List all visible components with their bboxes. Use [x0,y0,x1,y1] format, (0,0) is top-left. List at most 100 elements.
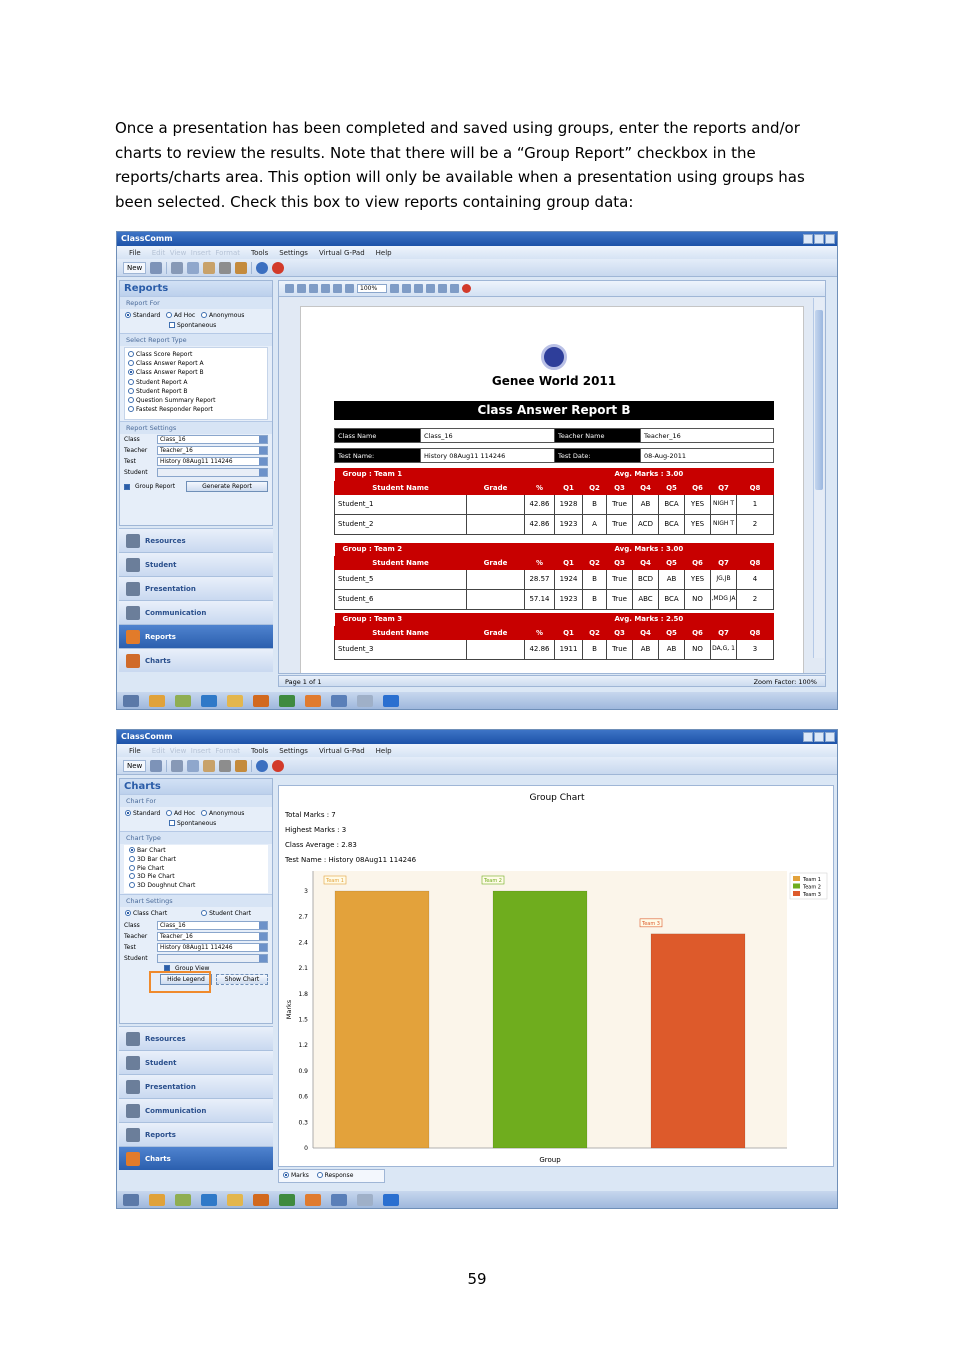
taskbar-icon[interactable] [279,694,295,707]
radio-icon[interactable] [166,810,173,816]
report-type-item[interactable]: Fastest Responder Report [128,405,264,414]
export-icon[interactable] [438,284,447,293]
report-type-item[interactable]: Class Answer Report A [128,359,264,368]
report-type-item[interactable]: Student Report A [128,378,264,387]
maximize-icon[interactable] [814,732,824,742]
menu-settings[interactable]: Settings [279,249,308,257]
teacher-select[interactable]: Teacher_16 [157,446,268,455]
taskbar-icon[interactable] [123,694,139,707]
test-select[interactable]: History 08Aug11 114246 [157,942,268,952]
taskbar-icon[interactable] [305,694,321,707]
taskbar-icon[interactable] [175,1193,191,1206]
checkbox-icon[interactable] [169,820,175,826]
nav-communication[interactable]: Communication [119,600,273,624]
class-select[interactable]: Class_16 [157,920,268,930]
nav-presentation[interactable]: Presentation [119,1074,273,1098]
radio-icon[interactable] [125,909,131,916]
radio-icon[interactable] [200,810,207,816]
taskbar-icon[interactable] [331,694,347,707]
next-page-icon[interactable] [414,284,423,293]
nav-student[interactable]: Student [119,552,273,576]
cut-icon[interactable] [171,261,184,274]
menu-file[interactable]: File [129,747,141,755]
radio-icon[interactable] [166,312,173,318]
menu-tools[interactable]: Tools [251,747,268,755]
close-report-icon[interactable] [462,284,471,293]
taskbar-icon[interactable] [383,1193,399,1206]
taskbar-icon[interactable] [383,694,399,707]
report-type-item[interactable]: Class Answer Report B [128,368,264,377]
class-select[interactable]: Class_16 [157,435,268,444]
taskbar-icon[interactable] [227,694,243,707]
radio-icon[interactable] [125,810,131,816]
report-type-item[interactable]: Class Score Report [128,350,264,359]
taskbar-icon[interactable] [201,694,217,707]
nav-communication[interactable]: Communication [119,1098,273,1122]
radio-icon[interactable] [200,312,207,318]
nav-resources[interactable]: Resources [119,1026,273,1050]
radio-icon[interactable] [283,1172,289,1178]
taskbar-icon[interactable] [253,1193,269,1206]
group-report-checkbox[interactable] [124,483,130,490]
print-icon[interactable] [150,261,163,274]
student-select[interactable] [157,468,268,477]
new-button[interactable]: New [123,261,147,274]
copy-icon[interactable] [187,261,200,274]
generate-report-button[interactable]: Generate Report [186,481,268,492]
nav-resources[interactable]: Resources [119,528,273,552]
last-page-icon[interactable] [426,284,435,293]
minimize-icon[interactable] [803,234,813,244]
menu-help[interactable]: Help [376,249,392,257]
chart-type-item[interactable]: Pie Chart [129,864,263,874]
radio-icon[interactable] [316,1172,323,1178]
taskbar-icon[interactable] [305,1193,321,1206]
info-icon[interactable] [256,261,269,274]
taskbar-icon[interactable] [279,1193,295,1206]
nav-reports[interactable]: Reports [119,624,273,648]
nav-charts[interactable]: Charts [119,1146,273,1170]
stop-icon[interactable] [272,261,285,274]
close-icon[interactable] [825,732,835,742]
student-select[interactable] [157,953,268,963]
menu-help[interactable]: Help [376,747,392,755]
menu-settings[interactable]: Settings [279,747,308,755]
scroll-thumb[interactable] [815,310,823,490]
zoom-icon[interactable] [345,284,354,293]
nav-charts[interactable]: Charts [119,648,273,672]
info-icon[interactable] [256,759,269,772]
menu-virtual-gpad[interactable]: Virtual G-Pad [319,249,365,257]
nav-reports[interactable]: Reports [119,1122,273,1146]
cut-icon[interactable] [171,759,184,772]
teacher-select[interactable]: Teacher_16 [157,931,268,941]
taskbar-icon[interactable] [149,694,165,707]
paste-icon[interactable] [203,759,216,772]
taskbar-icon[interactable] [175,694,191,707]
copy-icon[interactable] [187,759,200,772]
edit-icon[interactable] [235,261,248,274]
nav-student[interactable]: Student [119,1050,273,1074]
checkbox-icon[interactable] [169,322,175,328]
radio-icon[interactable] [201,909,208,916]
nav-presentation[interactable]: Presentation [119,576,273,600]
maximize-icon[interactable] [814,234,824,244]
taskbar-icon[interactable] [123,1193,139,1206]
taskbar-icon[interactable] [149,1193,165,1206]
print-icon[interactable] [150,759,163,772]
vertical-scrollbar[interactable] [813,298,824,658]
report-type-item[interactable]: Question Summary Report [128,396,264,405]
menu-virtual-gpad[interactable]: Virtual G-Pad [319,747,365,755]
open-icon[interactable] [285,284,294,293]
taskbar-icon[interactable] [227,1193,243,1206]
chart-type-item[interactable]: Bar Chart [129,847,263,856]
test-select[interactable]: History 08Aug11 114246 [157,457,268,466]
print-icon[interactable] [309,284,318,293]
report-type-item[interactable]: Student Report B [128,387,264,396]
delete-icon[interactable] [219,759,232,772]
chart-type-item[interactable]: 3D Doughnut Chart [129,882,263,891]
email-icon[interactable] [450,284,459,293]
zoom-input[interactable]: 100% [357,284,387,293]
show-chart-button[interactable]: Show Chart [216,973,268,985]
taskbar-icon[interactable] [357,1193,373,1206]
chart-type-item[interactable]: 3D Bar Chart [129,855,263,865]
menu-file[interactable]: File [129,249,141,257]
